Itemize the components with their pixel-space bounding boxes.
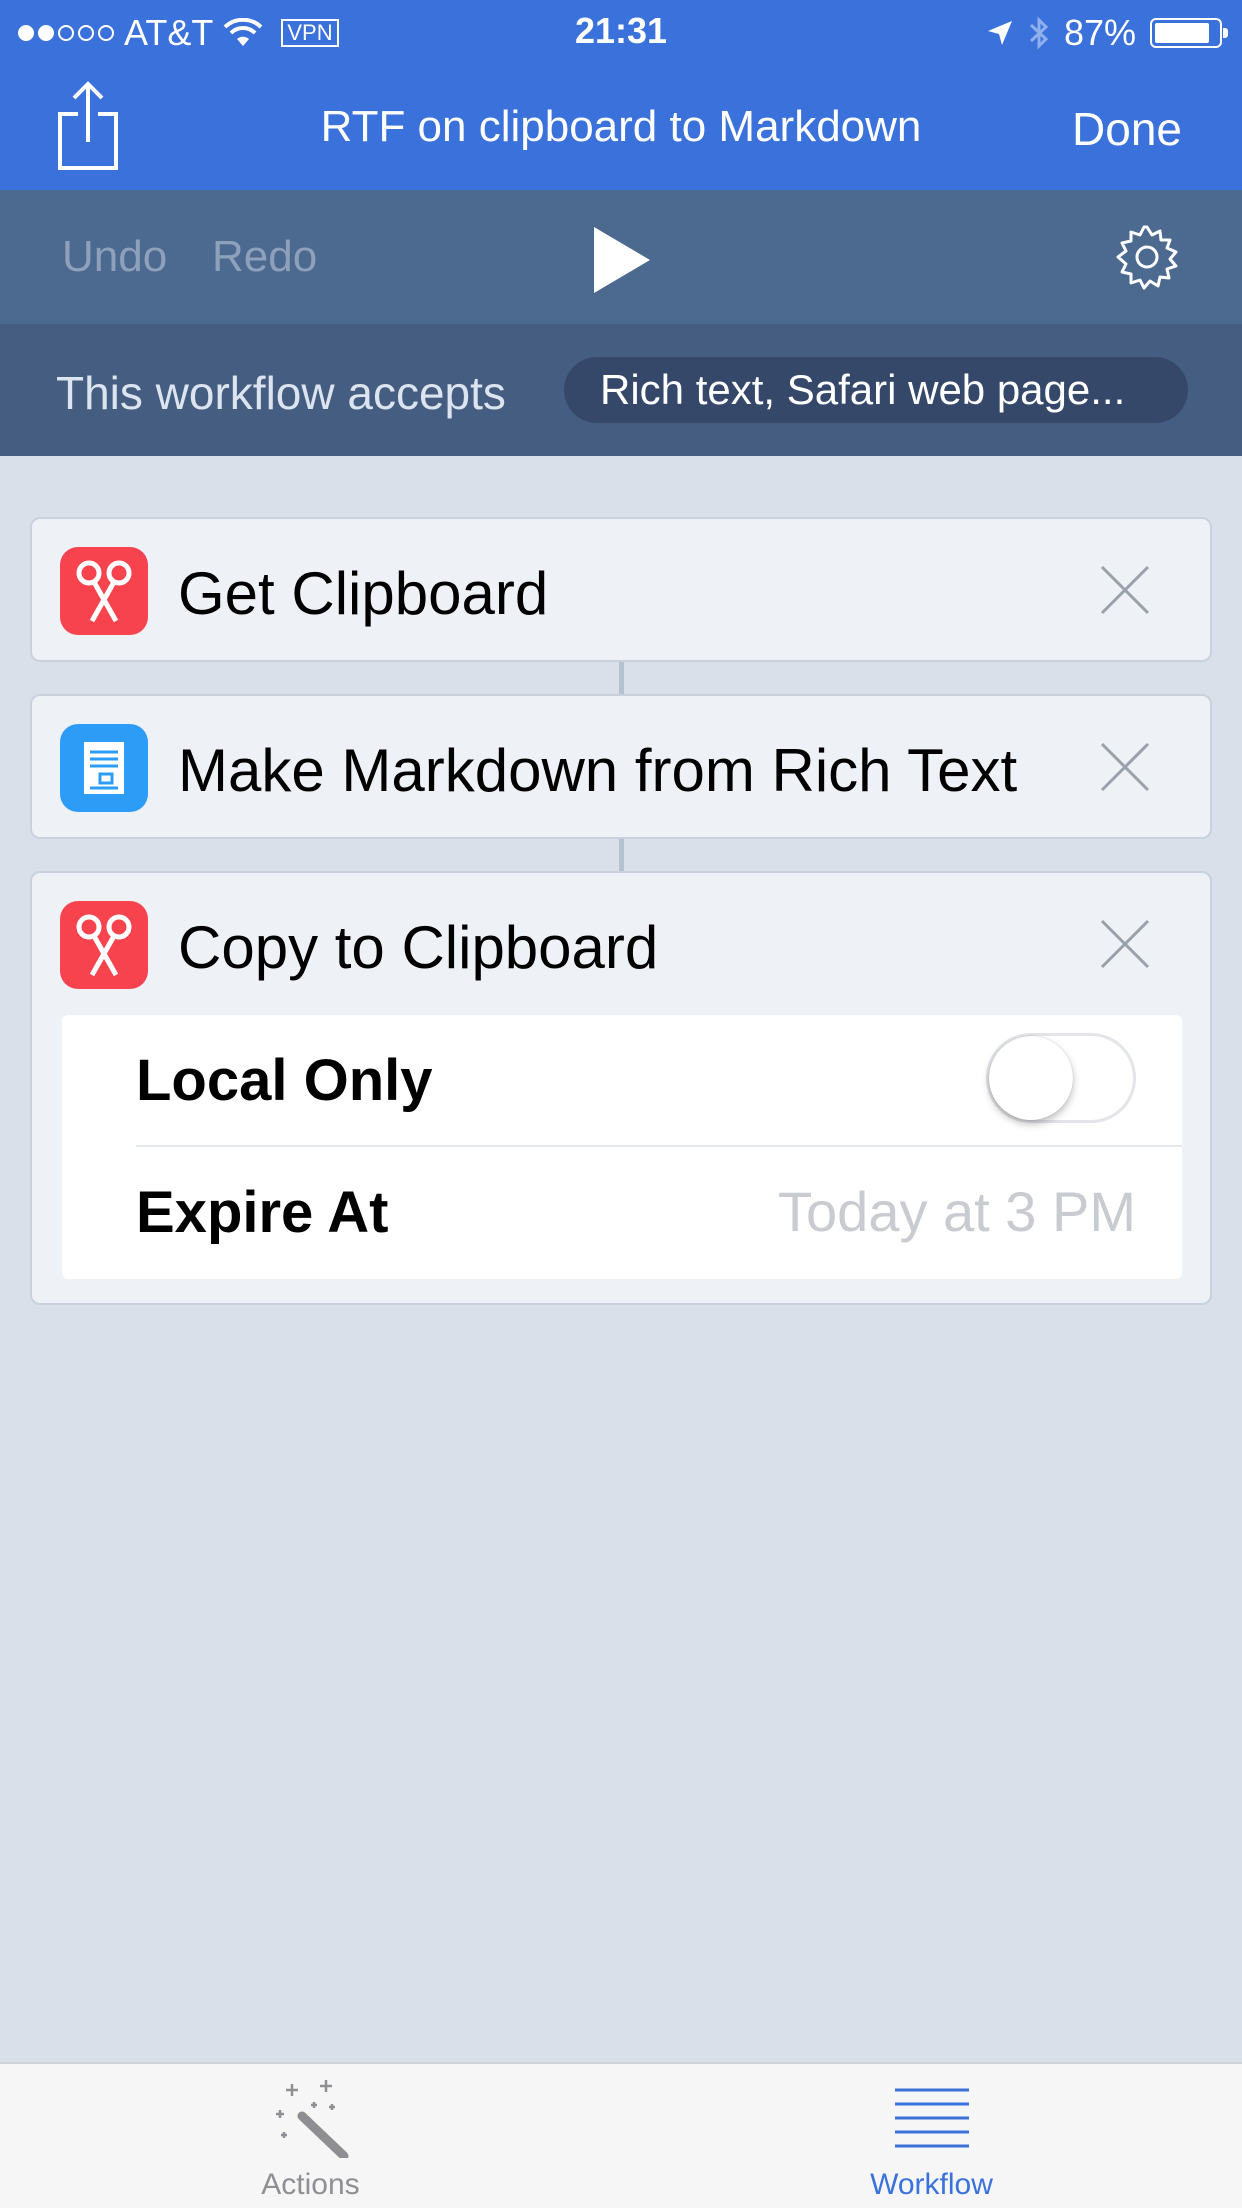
local-only-label: Local Only <box>136 1048 433 1113</box>
action-title: Copy to Clipboard <box>178 914 659 981</box>
battery-percent: 87% <box>1063 12 1136 53</box>
settings-gear-icon[interactable] <box>1114 224 1180 290</box>
location-arrow-icon <box>987 21 1012 45</box>
accepted-types-button[interactable]: Rich text, Safari web page... <box>564 357 1188 423</box>
action-parameters: Local Only Expire At Today at 3 PM <box>62 1015 1182 1279</box>
accepts-label: This workflow accepts <box>56 367 506 419</box>
close-icon[interactable] <box>1100 565 1150 615</box>
tab-workflow[interactable]: Workflow <box>621 2064 1242 2208</box>
editor-toolbar: Undo Redo <box>0 190 1242 324</box>
close-icon[interactable] <box>1100 742 1150 792</box>
bluetooth-icon <box>1029 16 1049 50</box>
scissors-icon <box>60 901 148 989</box>
close-icon[interactable] <box>1100 919 1150 969</box>
action-card-get-clipboard[interactable]: Get Clipboard <box>30 517 1212 662</box>
done-button[interactable]: Done <box>1072 102 1182 156</box>
play-icon[interactable] <box>592 225 652 295</box>
action-connector <box>619 660 624 694</box>
status-right: 87% <box>986 12 1228 54</box>
workflow-accepts-bar: This workflow accepts Rich text, Safari … <box>0 324 1242 456</box>
list-icon <box>895 2088 969 2148</box>
tab-label: Actions <box>261 2168 360 2201</box>
action-card-make-markdown[interactable]: Make Markdown from Rich Text <box>30 694 1212 839</box>
action-title: Get Clipboard <box>178 560 549 627</box>
scissors-icon <box>60 547 148 635</box>
action-title: Make Markdown from Rich Text <box>178 737 1018 804</box>
local-only-toggle[interactable] <box>986 1033 1136 1123</box>
document-icon <box>60 724 148 812</box>
battery-icon <box>1150 18 1228 48</box>
magic-wand-icon <box>276 2080 349 2158</box>
redo-button[interactable]: Redo <box>212 232 317 282</box>
expire-at-field[interactable]: Today at 3 PM <box>778 1179 1136 1244</box>
tab-label: Workflow <box>870 2168 993 2201</box>
navigation-bar: RTF on clipboard to Markdown Done <box>0 62 1242 190</box>
workflow-title: RTF on clipboard to Markdown <box>320 102 922 151</box>
expire-at-label: Expire At <box>136 1180 389 1245</box>
row-divider <box>136 1145 1182 1147</box>
tab-actions[interactable]: Actions <box>0 2064 621 2208</box>
tab-bar: Actions Workflow <box>0 2062 1242 2208</box>
action-card-copy-to-clipboard[interactable]: Copy to Clipboard Local Only Expire At T… <box>30 871 1212 1305</box>
undo-button[interactable]: Undo <box>62 232 167 282</box>
status-bar: AT&T VPN 21:31 87% <box>0 0 1242 62</box>
action-connector <box>619 838 624 872</box>
